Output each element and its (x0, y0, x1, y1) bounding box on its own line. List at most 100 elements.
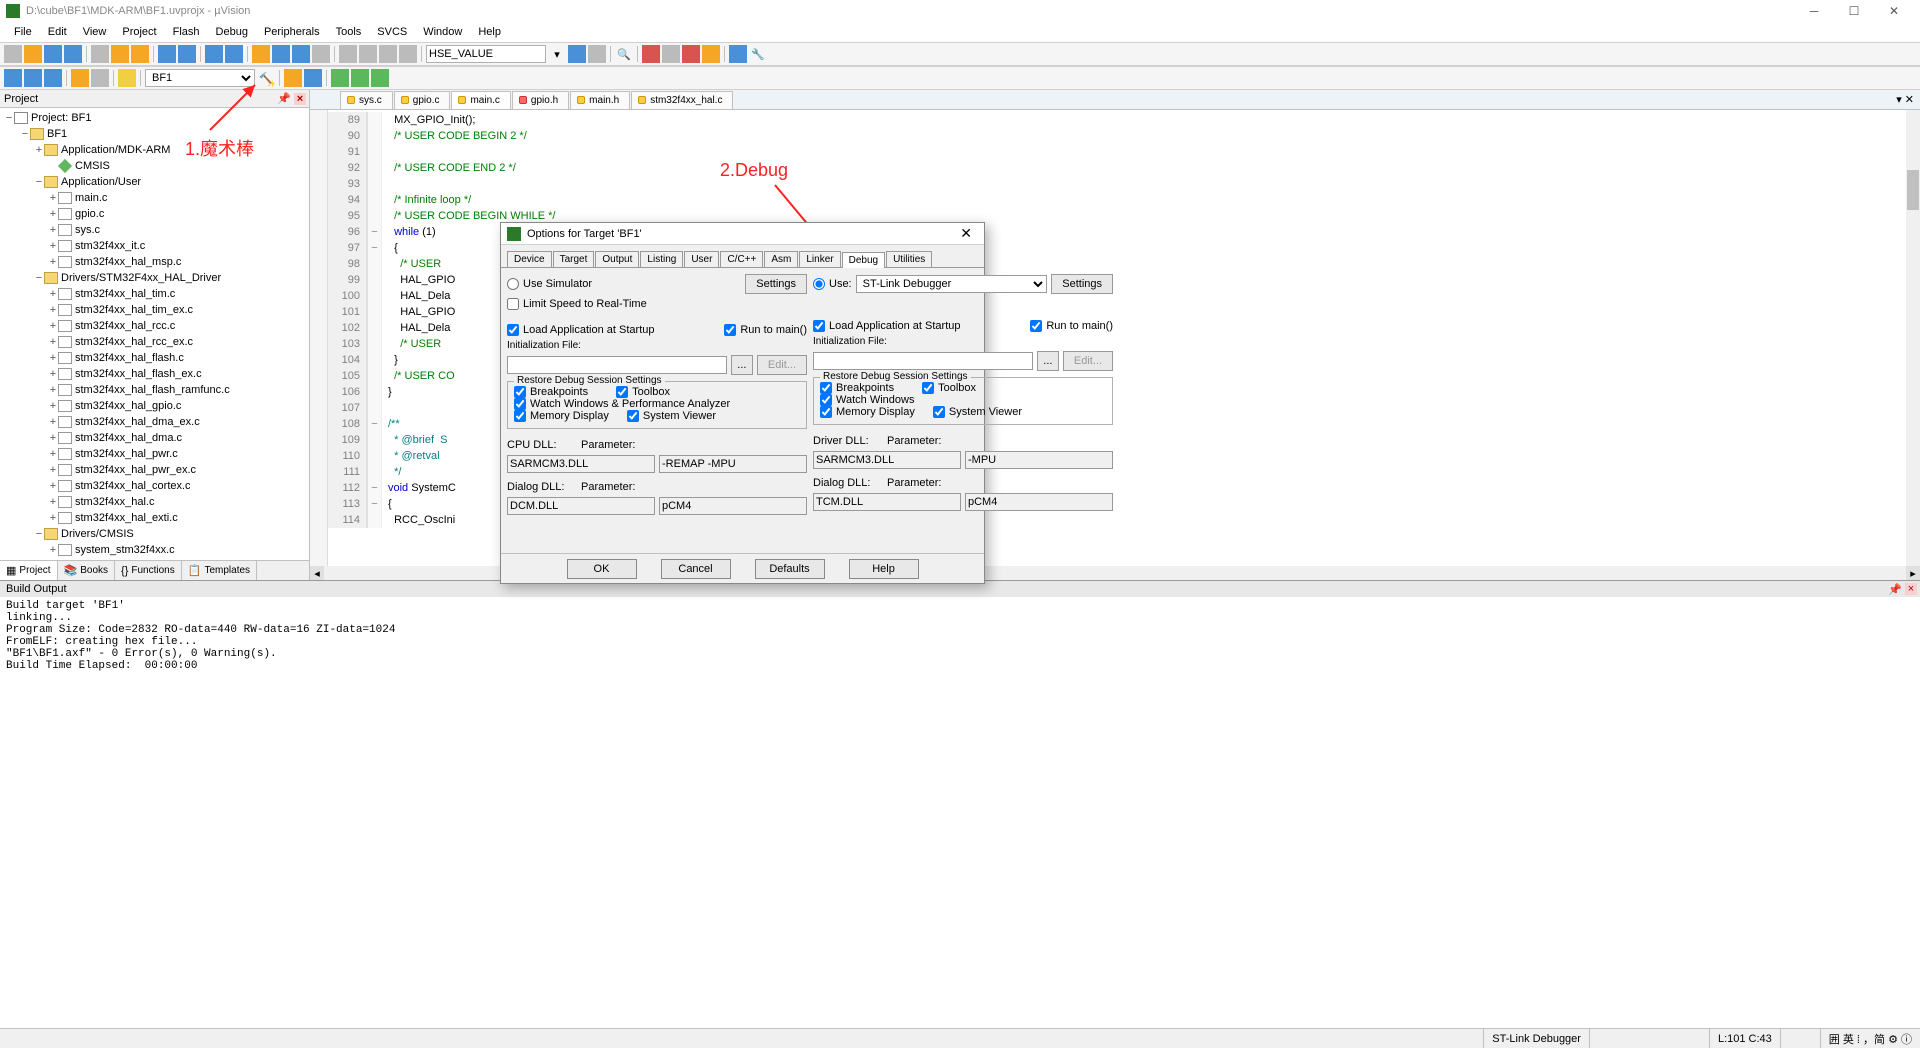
bookmark-clear-icon[interactable] (312, 45, 330, 63)
dbg-breakpoints-check[interactable]: Breakpoints (820, 382, 894, 394)
build-output-text[interactable]: Build target 'BF1' linking... Program Si… (0, 597, 1920, 797)
code-line[interactable]: 92 /* USER CODE END 2 */ (328, 160, 1920, 176)
tree-item[interactable]: +stm32f4xx_it.c (0, 238, 309, 254)
menu-svcs[interactable]: SVCS (369, 24, 415, 40)
tab-dropdown-icon[interactable]: ▾ (1896, 94, 1902, 106)
dialog-tab-target[interactable]: Target (553, 251, 595, 267)
cancel-button[interactable]: Cancel (661, 559, 731, 579)
paste-icon[interactable] (131, 45, 149, 63)
dbg-sysviewer-check[interactable]: System Viewer (933, 406, 1022, 418)
menu-view[interactable]: View (75, 24, 115, 40)
tree-item[interactable]: CMSIS (0, 158, 309, 174)
dialog-tab-asm[interactable]: Asm (764, 251, 798, 267)
code-line[interactable]: 94 /* Infinite loop */ (328, 192, 1920, 208)
sim-toolbox-check[interactable]: Toolbox (616, 386, 670, 398)
tree-item[interactable]: +system_stm32f4xx.c (0, 542, 309, 558)
editor-tab[interactable]: gpio.c (394, 91, 451, 109)
menu-file[interactable]: File (6, 24, 40, 40)
outdent-icon[interactable] (359, 45, 377, 63)
new-file-icon[interactable] (4, 45, 22, 63)
window-layout-icon[interactable] (729, 45, 747, 63)
dbg-run-main-check[interactable]: Run to main() (1030, 320, 1113, 332)
tab-close-icon[interactable]: ✕ (1905, 94, 1914, 106)
menu-tools[interactable]: Tools (328, 24, 370, 40)
manage-rte-icon[interactable] (331, 69, 349, 87)
editor-tab[interactable]: sys.c (340, 91, 393, 109)
select-packs-icon[interactable] (351, 69, 369, 87)
copy-icon[interactable] (111, 45, 129, 63)
target-options-icon[interactable]: 🔨✨ (257, 69, 275, 87)
dbg-init-file-input[interactable] (813, 352, 1033, 370)
tree-item[interactable]: +stm32f4xx_hal_gpio.c (0, 398, 309, 414)
sim-run-main-check[interactable]: Run to main() (724, 324, 807, 336)
dialog-tab-utilities[interactable]: Utilities (886, 251, 932, 267)
menu-project[interactable]: Project (114, 24, 164, 40)
bookmark-next-icon[interactable] (292, 45, 310, 63)
dbg-memdisp-check[interactable]: Memory Display (820, 406, 915, 418)
tree-item[interactable]: −BF1 (0, 126, 309, 142)
configure-icon[interactable]: 🔧 (749, 45, 767, 63)
editor-vscrollbar[interactable] (1906, 110, 1920, 566)
code-line[interactable]: 93 (328, 176, 1920, 192)
tree-item[interactable]: +stm32f4xx_hal_dma_ex.c (0, 414, 309, 430)
menu-debug[interactable]: Debug (208, 24, 256, 40)
tree-item[interactable]: +stm32f4xx_hal_dma.c (0, 430, 309, 446)
tree-item[interactable]: +stm32f4xx_hal_flash_ex.c (0, 366, 309, 382)
save-all-icon[interactable] (64, 45, 82, 63)
sim-memdisp-check[interactable]: Memory Display (514, 410, 609, 422)
cut-icon[interactable] (91, 45, 109, 63)
pin-icon[interactable]: 📌 (1888, 583, 1902, 596)
tree-item[interactable]: +stm32f4xx_hal_pwr_ex.c (0, 462, 309, 478)
rebuild-icon[interactable] (44, 69, 62, 87)
project-tab-functions[interactable]: {}Functions (115, 561, 182, 580)
maximize-button[interactable]: ☐ (1834, 0, 1874, 22)
breakpoint-window-icon[interactable] (702, 45, 720, 63)
nav-fwd-icon[interactable] (225, 45, 243, 63)
project-tree[interactable]: −Project: BF1−BF1+Application/MDK-ARMCMS… (0, 108, 309, 560)
tree-item[interactable]: +stm32f4xx_hal_rcc_ex.c (0, 334, 309, 350)
find-dropdown-icon[interactable]: ▾ (548, 45, 566, 63)
tree-item[interactable]: +stm32f4xx_hal_tim_ex.c (0, 302, 309, 318)
dbg-toolbox-check[interactable]: Toolbox (922, 382, 976, 394)
sim-browse-button[interactable]: ... (731, 355, 753, 375)
indent-icon[interactable] (339, 45, 357, 63)
comment-icon[interactable] (379, 45, 397, 63)
tree-item[interactable]: +main.c (0, 190, 309, 206)
code-line[interactable]: 90 /* USER CODE BEGIN 2 */ (328, 128, 1920, 144)
editor-tab[interactable]: stm32f4xx_hal.c (631, 91, 733, 109)
menu-peripherals[interactable]: Peripherals (256, 24, 328, 40)
minimize-button[interactable]: ─ (1794, 0, 1834, 22)
breakpoint-disable-icon[interactable] (662, 45, 680, 63)
pin-icon[interactable]: 📌 (277, 92, 291, 105)
translate-icon[interactable] (4, 69, 22, 87)
sim-sysviewer-check[interactable]: System Viewer (627, 410, 716, 422)
hscroll-right-icon[interactable]: ▸ (1906, 566, 1920, 580)
tree-item[interactable]: +Application/MDK-ARM (0, 142, 309, 158)
sim-init-file-input[interactable] (507, 356, 727, 374)
editor-tab[interactable]: gpio.h (512, 91, 569, 109)
dbg-browse-button[interactable]: ... (1037, 351, 1059, 371)
bookmark-prev-icon[interactable] (272, 45, 290, 63)
find-icon[interactable] (568, 45, 586, 63)
sim-edit-button[interactable]: Edit... (757, 355, 807, 375)
menu-help[interactable]: Help (470, 24, 509, 40)
tree-item[interactable]: +stm32f4xx_hal_rcc.c (0, 318, 309, 334)
build-icon[interactable] (24, 69, 42, 87)
dialog-tab-listing[interactable]: Listing (640, 251, 683, 267)
use-simulator-radio[interactable]: Use Simulator (507, 278, 592, 290)
stop-build-icon[interactable] (91, 69, 109, 87)
pack-installer-icon[interactable] (371, 69, 389, 87)
batch-build-icon[interactable] (71, 69, 89, 87)
ok-button[interactable]: OK (567, 559, 637, 579)
tree-item[interactable]: +stm32f4xx_hal_tim.c (0, 286, 309, 302)
find-in-files-icon[interactable] (588, 45, 606, 63)
tree-item[interactable]: +gpio.c (0, 206, 309, 222)
sim-breakpoints-check[interactable]: Breakpoints (514, 386, 588, 398)
save-icon[interactable] (44, 45, 62, 63)
menu-window[interactable]: Window (415, 24, 470, 40)
uncomment-icon[interactable] (399, 45, 417, 63)
dialog-tab-device[interactable]: Device (507, 251, 552, 267)
tree-item[interactable]: −Drivers/STM32F4xx_HAL_Driver (0, 270, 309, 286)
limit-speed-check[interactable]: Limit Speed to Real-Time (507, 298, 807, 310)
tree-item[interactable]: +stm32f4xx_hal_msp.c (0, 254, 309, 270)
